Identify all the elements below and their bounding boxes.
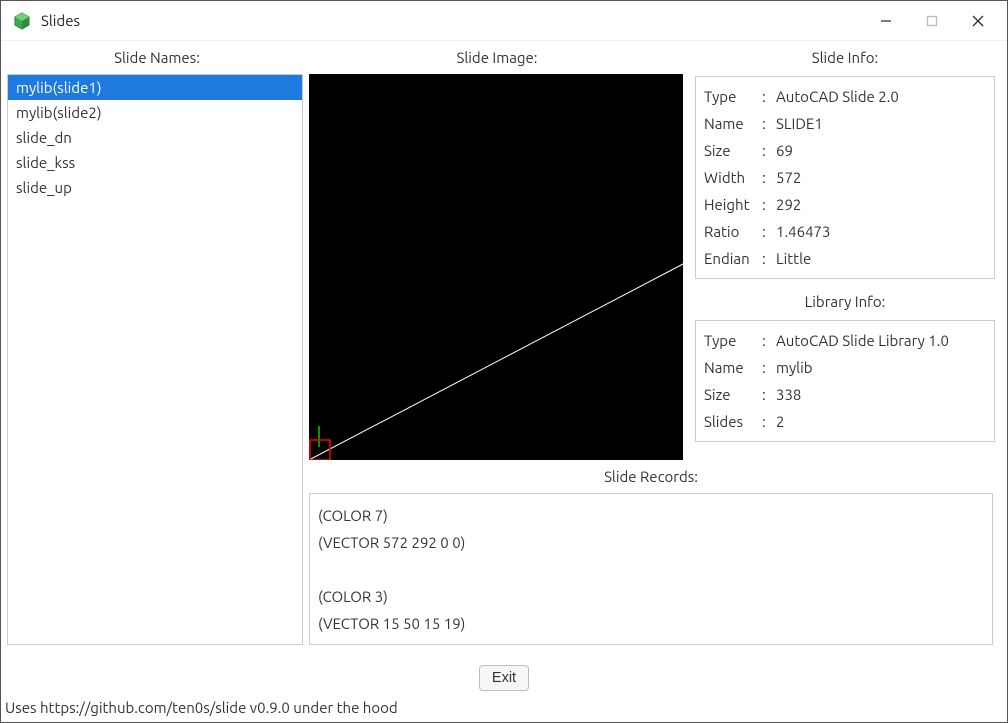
colon: :: [762, 408, 776, 435]
slide-names-panel: Slide Names: mylib(slide1)mylib(slide2)s…: [7, 47, 307, 645]
info-key: Type: [704, 83, 762, 110]
info-row: Name:mylib: [704, 354, 986, 381]
record-line: (COLOR 7): [318, 502, 984, 529]
info-value: 2: [776, 408, 986, 435]
info-key: Type: [704, 327, 762, 354]
info-value: 1.46473: [776, 218, 986, 245]
record-line: (VECTOR 572 292 0 0): [318, 529, 984, 556]
info-value: 69: [776, 137, 986, 164]
close-button[interactable]: [955, 6, 1001, 36]
footer: Exit Uses https://github.com/ten0s/slide…: [1, 655, 1007, 722]
slide-image-header: Slide Image:: [307, 47, 687, 74]
info-row: Width:572: [704, 164, 986, 191]
slide-image-panel: Slide Image:: [307, 47, 687, 460]
record-line: (COLOR 3): [318, 583, 984, 610]
right-panel: Slide Image: Slide Info: Type:AutoCAD Sl…: [307, 47, 995, 645]
colon: :: [762, 110, 776, 137]
slide-names-header: Slide Names:: [7, 47, 307, 74]
colon: :: [762, 137, 776, 164]
info-value: Little: [776, 245, 986, 272]
info-row: Size:69: [704, 137, 986, 164]
slide-image-canvas: [309, 74, 683, 460]
slide-list-item[interactable]: mylib(slide1): [8, 75, 302, 100]
info-key: Size: [704, 381, 762, 408]
window-title: Slides: [41, 12, 80, 29]
slide-list-item[interactable]: slide_dn: [8, 125, 302, 150]
slide-records-box[interactable]: (COLOR 7)(VECTOR 572 292 0 0) (COLOR 3)(…: [309, 493, 993, 645]
colon: :: [762, 191, 776, 218]
info-value: 572: [776, 164, 986, 191]
colon: :: [762, 218, 776, 245]
info-value: AutoCAD Slide Library 1.0: [776, 327, 986, 354]
maximize-button[interactable]: [909, 6, 955, 36]
colon: :: [762, 354, 776, 381]
titlebar: Slides: [1, 1, 1007, 41]
slide-list-item[interactable]: slide_kss: [8, 150, 302, 175]
info-value: mylib: [776, 354, 986, 381]
info-key: Name: [704, 354, 762, 381]
info-key: Width: [704, 164, 762, 191]
info-row: Size:338: [704, 381, 986, 408]
app-icon: [11, 10, 33, 32]
colon: :: [762, 327, 776, 354]
status-bar: Uses https://github.com/ten0s/slide v0.9…: [1, 697, 1007, 722]
info-row: Height:292: [704, 191, 986, 218]
slide-info-box: Type:AutoCAD Slide 2.0Name:SLIDE1Size:69…: [695, 76, 995, 279]
info-key: Endian: [704, 245, 762, 272]
slide-names-list[interactable]: mylib(slide1)mylib(slide2)slide_dnslide_…: [7, 74, 303, 645]
library-info-header: Library Info:: [695, 289, 995, 318]
info-key: Height: [704, 191, 762, 218]
info-row: Name:SLIDE1: [704, 110, 986, 137]
info-row: Ratio:1.46473: [704, 218, 986, 245]
record-line: [318, 556, 984, 583]
info-value: 292: [776, 191, 986, 218]
colon: :: [762, 83, 776, 110]
info-key: Slides: [704, 408, 762, 435]
library-info-box: Type:AutoCAD Slide Library 1.0Name:mylib…: [695, 320, 995, 442]
record-line: (COLOR 1): [318, 637, 984, 645]
exit-button[interactable]: Exit: [479, 665, 529, 691]
slide-list-item[interactable]: slide_up: [8, 175, 302, 200]
info-row: Type:AutoCAD Slide Library 1.0: [704, 327, 986, 354]
info-row: Slides:2: [704, 408, 986, 435]
info-row: Endian:Little: [704, 245, 986, 272]
info-row: Type:AutoCAD Slide 2.0: [704, 83, 986, 110]
slide-info-header: Slide Info:: [695, 47, 995, 74]
colon: :: [762, 381, 776, 408]
info-key: Ratio: [704, 218, 762, 245]
colon: :: [762, 164, 776, 191]
minimize-button[interactable]: [863, 6, 909, 36]
colon: :: [762, 245, 776, 272]
slide-records-panel: Slide Records: (COLOR 7)(VECTOR 572 292 …: [307, 466, 995, 645]
record-line: (VECTOR 15 50 15 19): [318, 610, 984, 637]
info-value: SLIDE1: [776, 110, 986, 137]
info-value: AutoCAD Slide 2.0: [776, 83, 986, 110]
info-value: 338: [776, 381, 986, 408]
slide-list-item[interactable]: mylib(slide2): [8, 100, 302, 125]
info-key: Size: [704, 137, 762, 164]
info-column: Slide Info: Type:AutoCAD Slide 2.0Name:S…: [695, 47, 995, 460]
info-key: Name: [704, 110, 762, 137]
slide-records-header: Slide Records:: [307, 466, 995, 493]
